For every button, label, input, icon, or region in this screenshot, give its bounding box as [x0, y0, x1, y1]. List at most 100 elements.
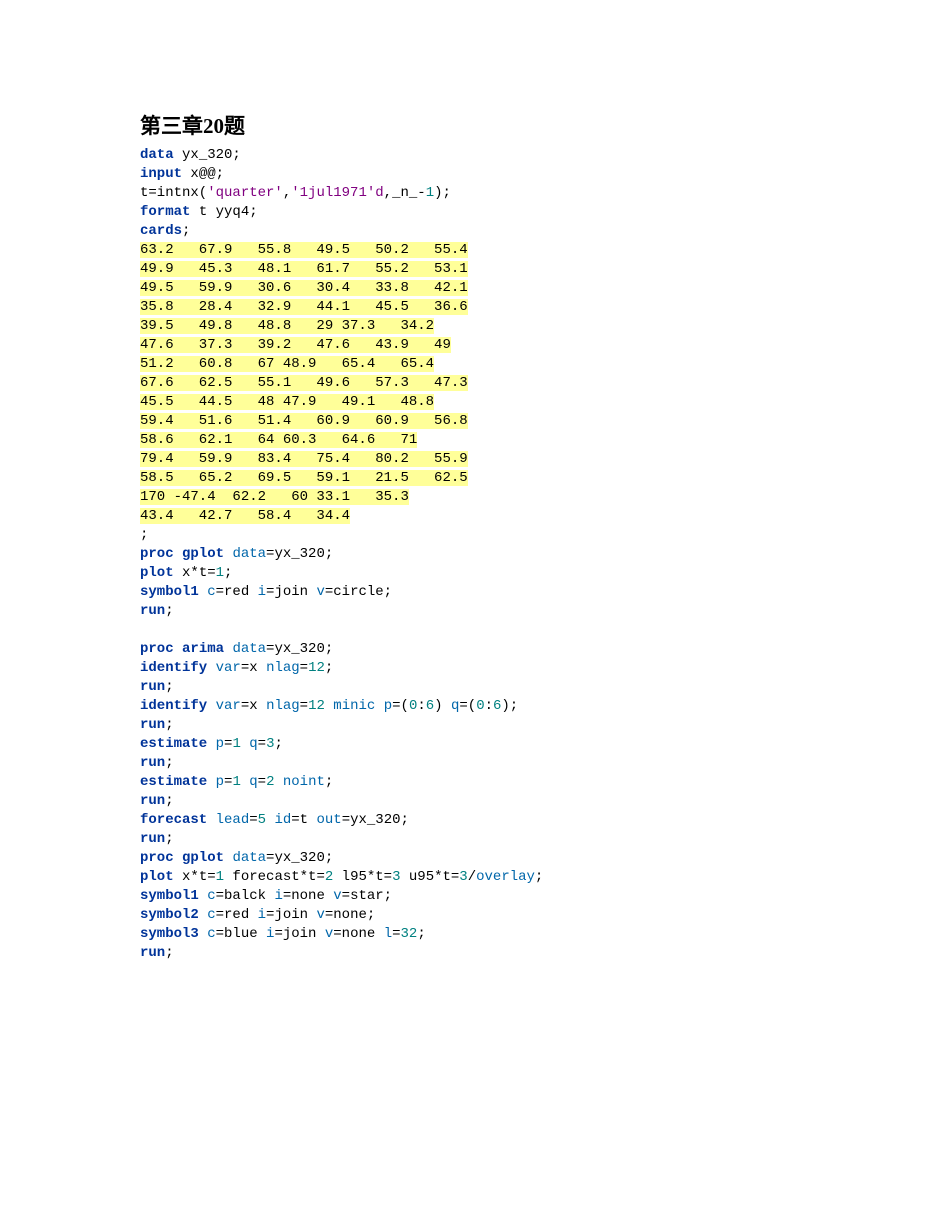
code-token: 35.8 28.4 32.9 44.1 45.5 36.6 [140, 299, 468, 315]
code-token: =red [216, 584, 258, 600]
code-token: =yx_320; [266, 641, 333, 657]
code-token: forecast*t= [224, 869, 325, 885]
code-token: 'quarter' [207, 185, 283, 201]
document-page: 第三章20题 data yx_320;input x@@;t=intnx('qu… [0, 0, 945, 963]
code-line: proc gplot data=yx_320; [140, 849, 945, 868]
code-line: symbol3 c=blue i=join v=none l=32; [140, 925, 945, 944]
code-token: symbol3 [140, 926, 207, 942]
code-token [241, 736, 249, 752]
page-title: 第三章20题 [140, 110, 945, 140]
code-token: c [207, 907, 215, 923]
code-line: symbol2 c=red i=join v=none; [140, 906, 945, 925]
code-token: t=intnx( [140, 185, 207, 201]
code-line: data yx_320; [140, 146, 945, 165]
code-token: gplot [182, 850, 232, 866]
code-token: arima [182, 641, 232, 657]
code-token: =none; [325, 907, 375, 923]
code-line: 170 -47.4 62.2 60 33.1 35.3 [140, 488, 945, 507]
code-token: =join [266, 907, 316, 923]
code-token: 1 [426, 185, 434, 201]
code-token: = [300, 660, 308, 676]
code-token: : [417, 698, 425, 714]
code-token: symbol1 [140, 584, 207, 600]
code-token: ; [535, 869, 543, 885]
code-token: x*t= [182, 869, 216, 885]
code-token: nlag [266, 660, 300, 676]
code-token: noint [283, 774, 325, 790]
code-token: =yx_320; [342, 812, 409, 828]
code-line: t=intnx('quarter','1jul1971'd,_n_-1); [140, 184, 945, 203]
code-token: p [384, 698, 392, 714]
code-line: ; [140, 526, 945, 545]
code-token: 32 [401, 926, 418, 942]
code-token: identify [140, 698, 216, 714]
code-token: x@@; [190, 166, 224, 182]
code-token: '1jul1971'd [291, 185, 383, 201]
code-line: forecast lead=5 id=t out=yx_320; [140, 811, 945, 830]
code-token: ; [165, 793, 173, 809]
code-line [140, 621, 945, 640]
code-token: cards [140, 223, 182, 239]
code-token: = [249, 812, 257, 828]
code-token: i [258, 584, 266, 600]
code-token: plot [140, 869, 182, 885]
code-token: c [207, 888, 215, 904]
code-token: proc [140, 546, 182, 562]
code-token: ,_n_- [384, 185, 426, 201]
code-token: symbol2 [140, 907, 207, 923]
code-token: out [316, 812, 341, 828]
code-token: 45.5 44.5 48 47.9 49.1 48.8 [140, 394, 434, 410]
code-token: data [140, 147, 182, 163]
code-token: ; [325, 774, 333, 790]
code-token: ; [165, 945, 173, 961]
code-token: p [216, 736, 224, 752]
sas-code-block: data yx_320;input x@@;t=intnx('quarter',… [140, 146, 945, 963]
code-token [274, 774, 282, 790]
code-token: nlag [266, 698, 300, 714]
code-token: l95*t= [333, 869, 392, 885]
code-token: =circle; [325, 584, 392, 600]
code-token: c [207, 926, 215, 942]
code-token: ; [325, 660, 333, 676]
code-token: t yyq4; [199, 204, 258, 220]
code-token: run [140, 831, 165, 847]
code-line: estimate p=1 q=3; [140, 735, 945, 754]
code-token: data [232, 641, 266, 657]
code-line: estimate p=1 q=2 noint; [140, 773, 945, 792]
code-line: 58.6 62.1 64 60.3 64.6 71 [140, 431, 945, 450]
code-token: estimate [140, 774, 216, 790]
code-token: 1 [232, 736, 240, 752]
code-token: =x [241, 660, 266, 676]
code-token: 59.4 51.6 51.4 60.9 60.9 56.8 [140, 413, 468, 429]
code-line: 58.5 65.2 69.5 59.1 21.5 62.5 [140, 469, 945, 488]
code-token: ; [182, 223, 190, 239]
code-token: = [258, 736, 266, 752]
code-token: data [232, 546, 266, 562]
code-token: overlay [476, 869, 535, 885]
code-token: 67.6 62.5 55.1 49.6 57.3 47.3 [140, 375, 468, 391]
code-token: =balck [216, 888, 275, 904]
code-token: =yx_320; [266, 546, 333, 562]
code-token: =( [459, 698, 476, 714]
code-token: 6 [426, 698, 434, 714]
code-token: i [274, 888, 282, 904]
code-token: yx_320; [182, 147, 241, 163]
code-token: = [300, 698, 308, 714]
code-line: 47.6 37.3 39.2 47.6 43.9 49 [140, 336, 945, 355]
code-token: 39.5 49.8 48.8 29 37.3 34.2 [140, 318, 434, 334]
code-line: symbol1 c=red i=join v=circle; [140, 583, 945, 602]
code-token: 49.9 45.3 48.1 61.7 55.2 53.1 [140, 261, 468, 277]
code-line: 45.5 44.5 48 47.9 49.1 48.8 [140, 393, 945, 412]
code-token: 12 [308, 660, 325, 676]
code-token: 1 [216, 869, 224, 885]
code-line: 43.4 42.7 58.4 34.4 [140, 507, 945, 526]
code-token: run [140, 717, 165, 733]
code-token: ); [501, 698, 518, 714]
code-line: identify var=x nlag=12; [140, 659, 945, 678]
code-token: , [283, 185, 291, 201]
code-token: x*t= [182, 565, 216, 581]
code-token: 79.4 59.9 83.4 75.4 80.2 55.9 [140, 451, 468, 467]
code-token: =yx_320; [266, 850, 333, 866]
code-token: = [392, 926, 400, 942]
code-token: 170 -47.4 62.2 60 33.1 35.3 [140, 489, 409, 505]
